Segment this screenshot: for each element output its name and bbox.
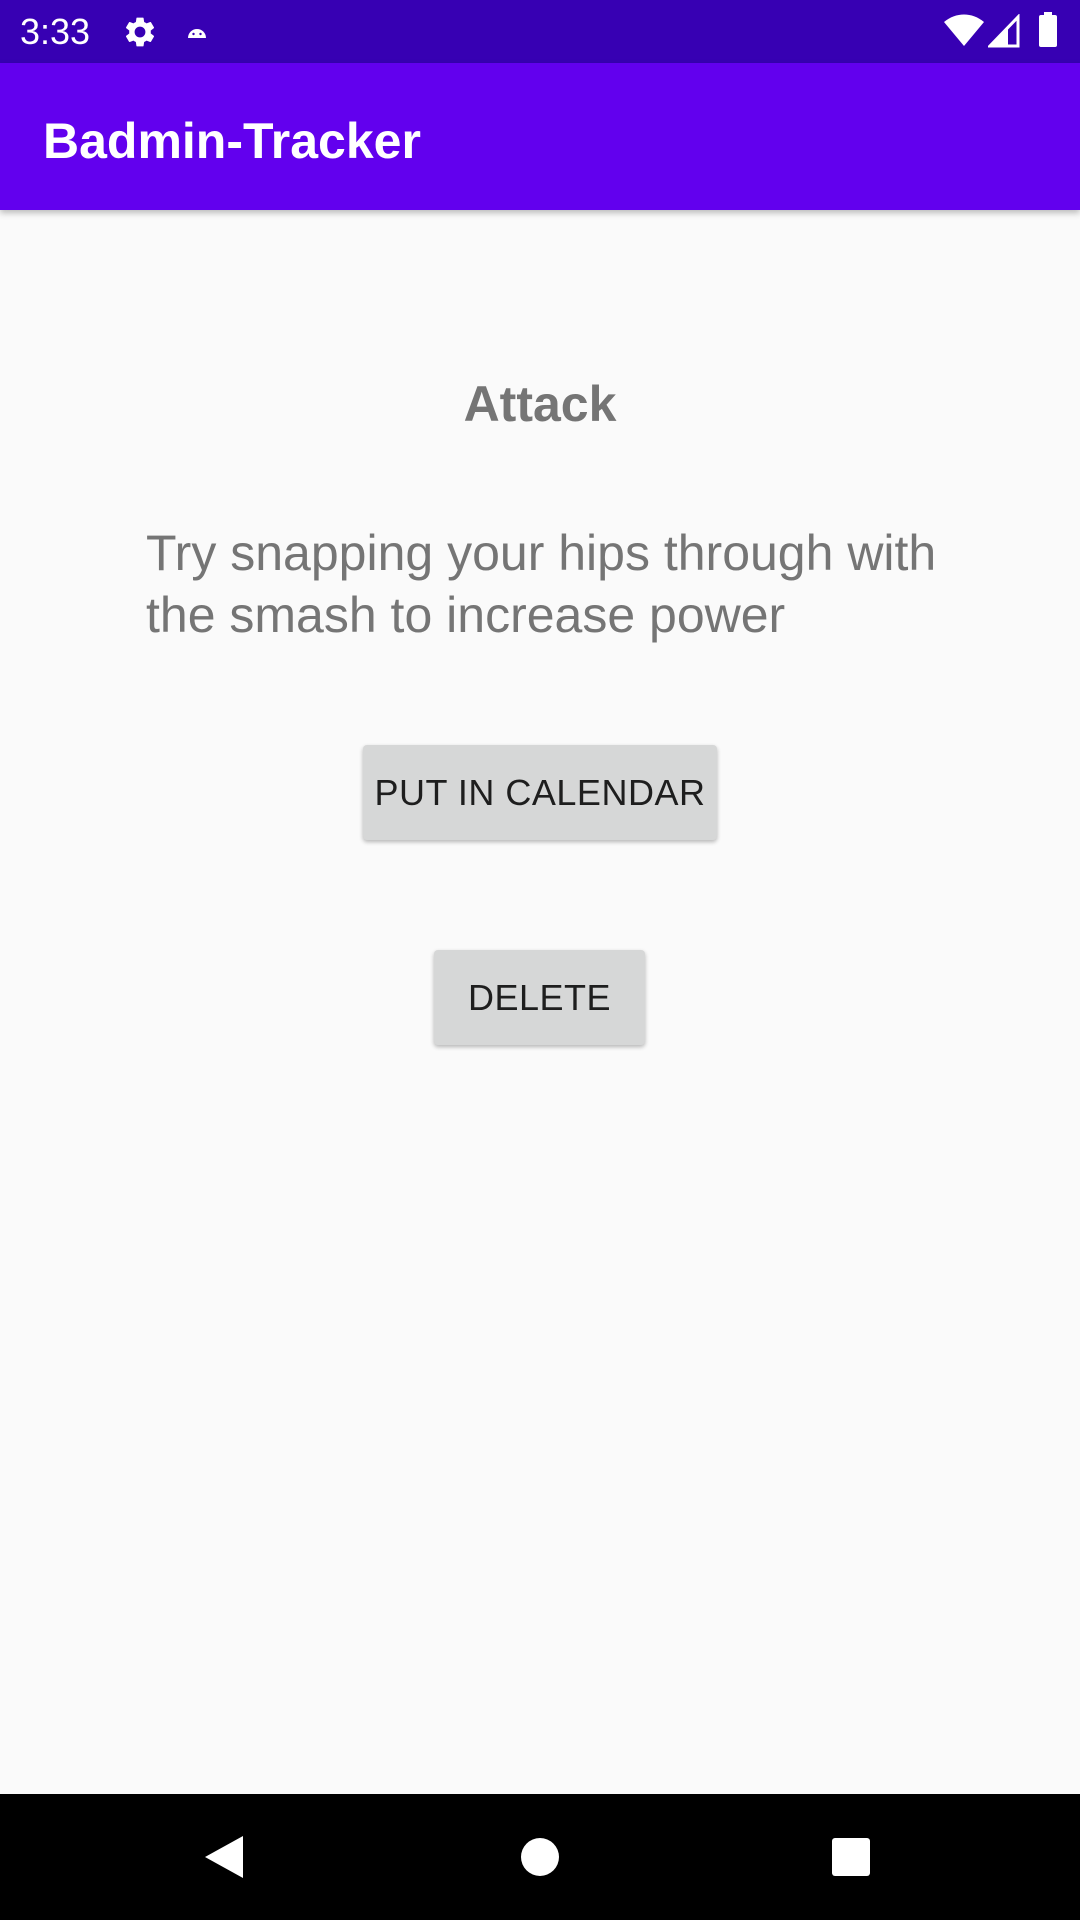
home-icon[interactable]: [520, 1837, 560, 1877]
put-in-calendar-button[interactable]: PUT IN CALENDAR: [363, 745, 717, 840]
recents-icon[interactable]: [831, 1837, 871, 1877]
tip-text: Try snapping your hips through with the …: [146, 525, 937, 643]
app-title: Badmin-Tracker: [43, 113, 421, 169]
signal-icon: [988, 14, 1020, 48]
battery-icon: [1039, 12, 1057, 47]
android-icon: [188, 29, 206, 38]
back-icon[interactable]: [203, 1834, 245, 1880]
app-bar: Badmin-Tracker: [0, 63, 1080, 210]
navigation-bar: [0, 1794, 1080, 1920]
tip-category-title: Attack: [463, 376, 617, 432]
status-bar: 3:33: [0, 0, 1080, 63]
wifi-icon: [944, 14, 984, 46]
gear-icon: [125, 17, 155, 47]
delete-button[interactable]: DELETE: [434, 950, 645, 1045]
status-time: 3:33: [20, 11, 91, 52]
